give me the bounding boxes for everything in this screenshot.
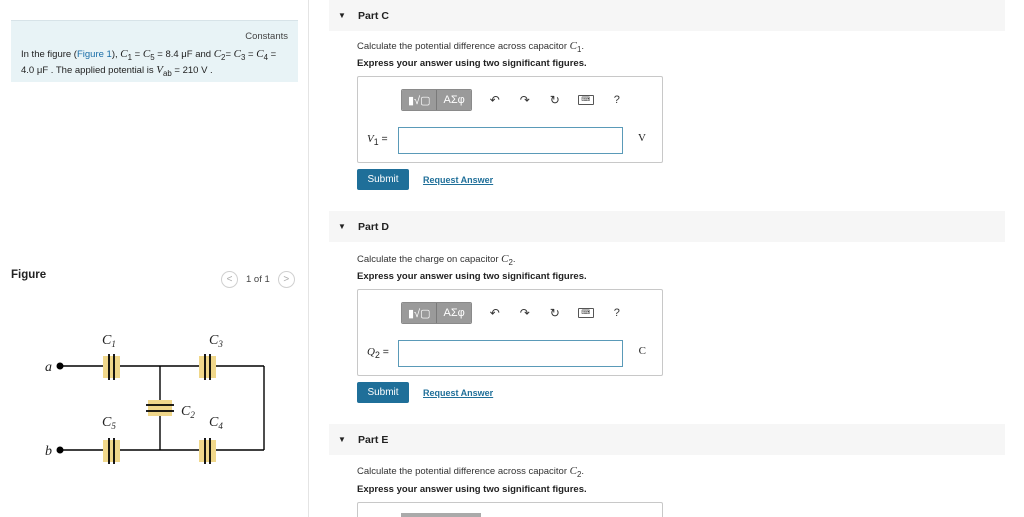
collapse-arrow-icon: ▼ xyxy=(338,435,346,444)
collapse-arrow-icon: ▼ xyxy=(338,222,346,231)
greek-symbols-button[interactable]: ΑΣφ xyxy=(437,303,471,323)
next-figure-button[interactable]: > xyxy=(277,270,295,288)
part-e-header[interactable]: ▼ Part E xyxy=(329,424,1005,455)
capacitor-c3 xyxy=(199,354,216,380)
part-c-header[interactable]: ▼ Part C xyxy=(329,0,1005,31)
part-d-submit-button[interactable]: Submit xyxy=(357,382,409,403)
figure-link[interactable]: Figure 1 xyxy=(77,49,112,60)
capacitor-c4 xyxy=(199,438,216,464)
answer-variable-label: Q2 = xyxy=(367,346,389,361)
figure-pager: < 1 of 1 > xyxy=(221,270,295,288)
template-group: ▮√▢ ΑΣφ xyxy=(401,89,472,111)
answer-unit: V xyxy=(638,132,646,144)
math-toolbar: ▮√▢ ΑΣφ ↶ ↷ ↻ ⌨ ? xyxy=(401,302,624,324)
collapse-arrow-icon: ▼ xyxy=(338,11,346,20)
templates-button[interactable]: ▮√▢ xyxy=(402,90,438,110)
templates-button[interactable]: ▮√▢ xyxy=(402,303,438,323)
help-icon[interactable]: ? xyxy=(610,307,624,319)
undo-icon[interactable]: ↶ xyxy=(488,93,502,107)
capacitor-c5 xyxy=(103,438,120,464)
circuit-diagram: C1 C3 C2 C5 C4 a b xyxy=(45,333,265,464)
help-icon[interactable]: ? xyxy=(610,94,624,106)
prev-figure-button[interactable]: < xyxy=(221,270,238,288)
terminal-b xyxy=(56,446,64,454)
terminal-a xyxy=(56,362,64,370)
math-toolbar: ▮√▢ ΑΣφ ↶ ↷ ↻ ⌨ ? xyxy=(401,89,624,111)
math-toolbar xyxy=(401,513,481,517)
template-group: ▮√▢ ΑΣφ xyxy=(401,302,472,324)
constants-title[interactable]: Constants xyxy=(245,31,288,42)
part-d-question: Calculate the charge on capacitor C2. xyxy=(357,253,516,267)
answer-variable-label: V1 = xyxy=(367,133,388,148)
label-c3: C3 xyxy=(209,333,223,349)
figure-page-indicator: 1 of 1 xyxy=(246,273,270,285)
redo-icon[interactable]: ↷ xyxy=(518,306,532,320)
constants-box: Constants In the figure (Figure 1), C1 =… xyxy=(11,20,298,82)
part-c-answer-box: ▮√▢ ΑΣφ ↶ ↷ ↻ ⌨ ? V1 = V xyxy=(357,76,663,163)
part-c-submit-button[interactable]: Submit xyxy=(357,169,409,190)
part-c-answer-input[interactable] xyxy=(398,127,623,154)
label-a: a xyxy=(45,360,52,375)
part-c-instruction: Express your answer using two significan… xyxy=(357,58,587,69)
part-d-request-answer-link[interactable]: Request Answer xyxy=(423,388,493,398)
part-d-header[interactable]: ▼ Part D xyxy=(329,211,1005,242)
part-e-answer-box xyxy=(357,502,663,517)
part-d-title: Part D xyxy=(358,220,389,233)
capacitor-c2 xyxy=(146,400,174,416)
reset-icon[interactable]: ↻ xyxy=(548,306,562,320)
undo-icon[interactable]: ↶ xyxy=(488,306,502,320)
label-c5: C5 xyxy=(102,415,116,431)
capacitor-c1 xyxy=(103,354,120,380)
left-panel: Constants In the figure (Figure 1), C1 =… xyxy=(0,0,309,517)
part-d-instruction: Express your answer using two significan… xyxy=(357,271,587,282)
part-e-question: Calculate the potential difference acros… xyxy=(357,465,585,479)
problem-statement: In the figure (Figure 1), C1 = C5 = 8.4 … xyxy=(21,48,277,78)
part-c-request-answer-link[interactable]: Request Answer xyxy=(423,175,493,185)
greek-symbols-button[interactable]: ΑΣφ xyxy=(437,90,471,110)
part-d-answer-input[interactable] xyxy=(398,340,623,367)
label-c2: C2 xyxy=(181,404,195,420)
redo-icon[interactable]: ↷ xyxy=(518,93,532,107)
answer-unit: C xyxy=(638,345,646,357)
part-c-question: Calculate the potential difference acros… xyxy=(357,40,585,54)
part-c-title: Part C xyxy=(358,9,389,22)
reset-icon[interactable]: ↻ xyxy=(548,93,562,107)
label-b: b xyxy=(45,444,52,459)
part-d-answer-box: ▮√▢ ΑΣφ ↶ ↷ ↻ ⌨ ? Q2 = C xyxy=(357,289,663,376)
label-c1: C1 xyxy=(102,333,116,349)
part-e-instruction: Express your answer using two significan… xyxy=(357,484,587,495)
figure-label: Figure xyxy=(11,269,47,281)
part-e-title: Part E xyxy=(358,433,389,446)
keyboard-icon[interactable]: ⌨ xyxy=(577,95,594,105)
keyboard-icon[interactable]: ⌨ xyxy=(577,308,594,318)
label-c4: C4 xyxy=(209,415,223,431)
